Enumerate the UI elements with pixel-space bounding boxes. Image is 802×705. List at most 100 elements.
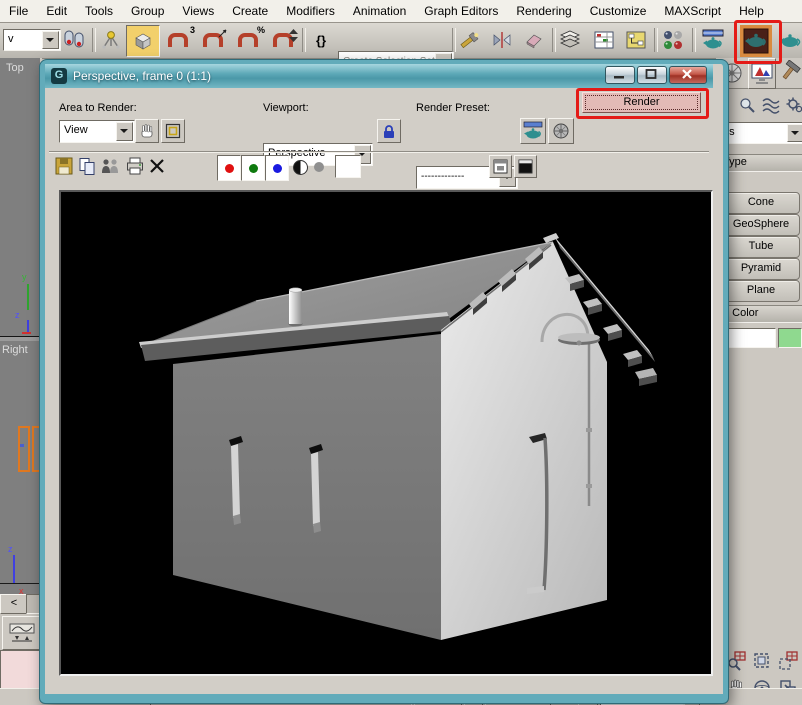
axis-z-label: z: [8, 544, 13, 554]
main-toolbar: v 3 % {} Create Selection Set: [0, 23, 802, 59]
layer-manager-icon[interactable]: [556, 27, 584, 53]
name-color-rollout[interactable]: d Color: [718, 305, 802, 323]
background-color-swatch[interactable]: [335, 155, 361, 178]
close-button[interactable]: [669, 66, 707, 84]
menu-edit[interactable]: Edit: [37, 1, 76, 22]
chevron-down-icon[interactable]: [42, 31, 59, 49]
house-render: [61, 192, 711, 674]
viewport-label-right[interactable]: Right: [2, 344, 28, 356]
category-space-warps-icon[interactable]: [762, 96, 780, 119]
toggle-ui-icon[interactable]: [514, 155, 537, 178]
environment-sphere-icon[interactable]: [548, 118, 574, 144]
link-tools-icon[interactable]: [60, 27, 88, 53]
create-tube-button[interactable]: Tube: [722, 236, 800, 258]
clear-image-icon[interactable]: [149, 158, 165, 179]
material-editor-icon[interactable]: [658, 27, 688, 53]
menu-tools[interactable]: Tools: [76, 1, 122, 22]
mirror-icon[interactable]: [488, 27, 516, 53]
green-channel-toggle[interactable]: [241, 155, 265, 181]
snap-toggle-3d-icon[interactable]: 3: [163, 27, 193, 53]
curve-editor-icon[interactable]: [590, 27, 618, 53]
rendered-frame-window: G Perspective, frame 0 (1:1) Area to Ren…: [40, 60, 728, 703]
selection-filter-value: v: [8, 33, 14, 45]
menu-views[interactable]: Views: [173, 1, 223, 22]
render-preset-value: -------------: [421, 171, 464, 182]
schematic-view-icon[interactable]: [622, 27, 650, 53]
menu-customize[interactable]: Customize: [581, 1, 656, 22]
menu-modifiers[interactable]: Modifiers: [277, 1, 344, 22]
viewport-strip: Top y z Right z x: [0, 58, 42, 594]
menu-file[interactable]: File: [0, 1, 37, 22]
render-setup-button[interactable]: [520, 118, 546, 144]
red-channel-toggle[interactable]: [217, 155, 241, 181]
save-image-icon[interactable]: [55, 157, 73, 180]
primitives-category-combo[interactable]: es: [718, 122, 802, 144]
edit-region-hand-icon[interactable]: [135, 119, 159, 143]
toolbar-separator: [92, 28, 96, 52]
snap-percent-label: %: [257, 25, 265, 35]
object-type-rollout[interactable]: Type: [718, 154, 802, 172]
chevron-down-icon[interactable]: [787, 124, 802, 142]
render-preset-label: Render Preset:: [416, 102, 490, 114]
copy-image-icon[interactable]: [78, 157, 96, 180]
clone-window-icon[interactable]: [100, 157, 122, 180]
menu-create[interactable]: Create: [223, 1, 277, 22]
curve-icon: [9, 623, 35, 643]
blue-channel-toggle[interactable]: [265, 155, 289, 181]
minimize-button[interactable]: [605, 66, 635, 84]
tab-utilities-hammer-icon[interactable]: [778, 60, 802, 91]
alpha-channel-toggle[interactable]: [314, 162, 324, 172]
menu-group[interactable]: Group: [122, 1, 173, 22]
edit-named-selection-sets-icon[interactable]: {}: [307, 27, 335, 53]
create-pyramid-button[interactable]: Pyramid: [722, 258, 800, 280]
dialog-title: Perspective, frame 0 (1:1): [73, 69, 211, 83]
layered-image-icon[interactable]: [489, 155, 512, 178]
toolbar-separator: [692, 28, 696, 52]
snaps-toggle-icon[interactable]: [126, 25, 160, 57]
selected-object-fragment: [18, 426, 30, 472]
category-systems-gear-icon[interactable]: [786, 96, 802, 119]
snap-3-label: 3: [190, 25, 195, 35]
object-color-swatch[interactable]: [778, 328, 802, 348]
select-and-manipulate-icon[interactable]: [97, 27, 125, 53]
percent-snap-toggle-icon[interactable]: %: [233, 27, 263, 53]
menu-rendering[interactable]: Rendering: [507, 1, 580, 22]
timeline-scroll-left-button[interactable]: <: [0, 594, 28, 614]
viewport-label-top[interactable]: Top: [6, 62, 24, 74]
vertex-tick: [20, 444, 24, 447]
render-setup-icon[interactable]: [698, 27, 728, 53]
zoom-extents-all-icon[interactable]: [776, 650, 800, 672]
menu-graph-editors[interactable]: Graph Editors: [415, 1, 507, 22]
maxscript-listener-pink[interactable]: [0, 650, 42, 689]
auto-region-icon[interactable]: [161, 119, 185, 143]
mini-curve-editor-button[interactable]: [2, 616, 42, 650]
chevron-down-icon[interactable]: [116, 122, 133, 141]
track-view-toggle-icon[interactable]: [456, 27, 484, 53]
lock-viewport-icon[interactable]: [377, 119, 401, 143]
menu-help[interactable]: Help: [730, 1, 773, 22]
create-plane-button[interactable]: Plane: [722, 280, 800, 302]
maximize-button[interactable]: [637, 66, 667, 84]
create-geosphere-button[interactable]: GeoSphere: [722, 214, 800, 236]
monochrome-toggle[interactable]: [293, 160, 308, 175]
print-image-icon[interactable]: [126, 157, 144, 180]
render-icon-highlight: [734, 20, 782, 64]
align-icon[interactable]: [520, 27, 548, 53]
axis-z-label: z: [15, 310, 20, 320]
menu-animation[interactable]: Animation: [344, 1, 415, 22]
area-to-render-combo[interactable]: View: [59, 120, 135, 143]
viewport-divider-band: [0, 337, 40, 341]
category-helpers-icon[interactable]: [738, 96, 756, 119]
spinner-snap-toggle-icon[interactable]: [268, 27, 298, 53]
selection-filter-combo[interactable]: v: [3, 29, 61, 51]
render-button-highlight: [576, 88, 709, 119]
dialog-title-bar[interactable]: G Perspective, frame 0 (1:1): [45, 64, 713, 88]
angle-snap-toggle-icon[interactable]: [198, 27, 228, 53]
dialog-client-area: Area to Render: Viewport: Render Preset:…: [45, 88, 713, 676]
axis-y-label: y: [22, 272, 27, 282]
create-cone-button[interactable]: Cone: [722, 192, 800, 214]
axis-x-line: [22, 332, 31, 334]
zoom-extents-icon[interactable]: [750, 650, 774, 672]
menu-bar: File Edit Tools Group Views Create Modif…: [0, 0, 802, 23]
menu-maxscript[interactable]: MAXScript: [655, 1, 730, 22]
